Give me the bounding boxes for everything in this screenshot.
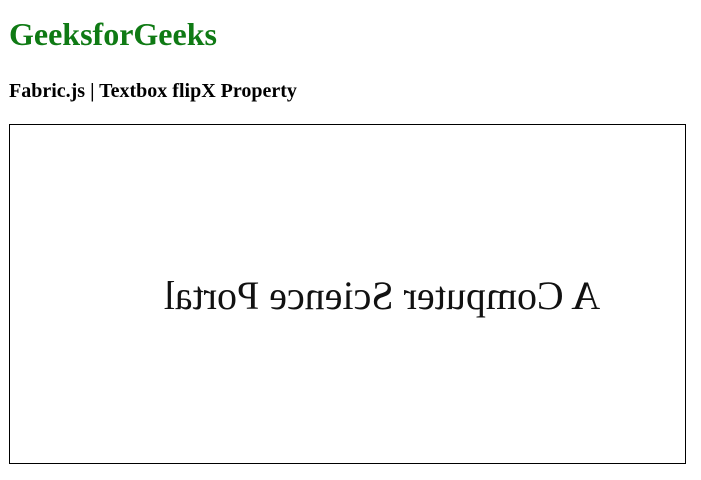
page-subtitle: Fabric.js | Textbox flipX Property <box>9 80 297 102</box>
flipped-textbox[interactable]: A Computer Science Portal <box>132 273 632 319</box>
textbox-text: A Computer Science Portal <box>163 273 601 318</box>
fabric-canvas[interactable]: A Computer Science Portal <box>9 124 686 464</box>
site-title: GeeksforGeeks <box>9 16 217 52</box>
